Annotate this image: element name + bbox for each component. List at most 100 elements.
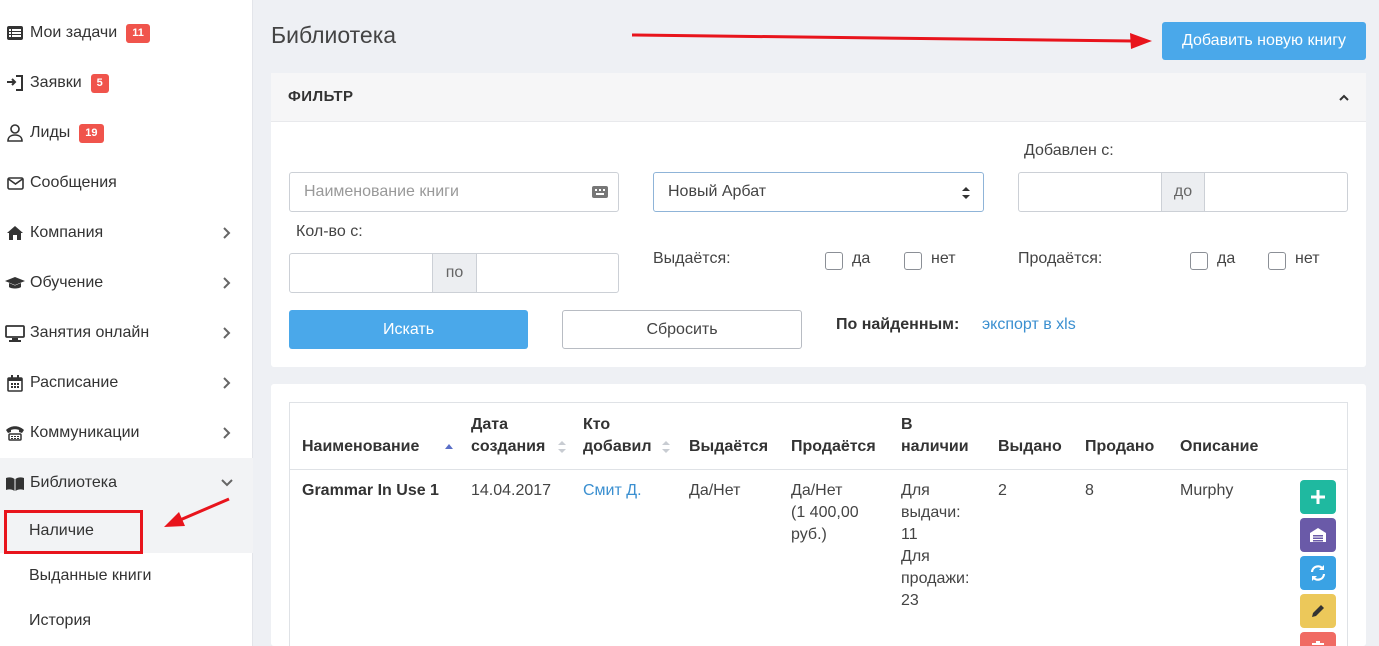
column-header-given: Выдано <box>998 438 1062 455</box>
cell-sold-line1: Да/Нет <box>791 482 843 499</box>
added-from-input[interactable] <box>1018 172 1162 212</box>
cell-added-by-link[interactable]: Смит Д. <box>583 480 642 502</box>
sidebar-item-label: Сообщения <box>30 174 117 191</box>
cell-soldcount: 8 <box>1085 482 1094 499</box>
sidebar-item-label: Мои задачи <box>30 24 118 41</box>
add-copies-button[interactable] <box>1300 480 1336 514</box>
sort-icon[interactable] <box>661 439 671 455</box>
search-button[interactable]: Искать <box>289 310 528 349</box>
issued-label: Выдаётся: <box>653 250 731 267</box>
qty-from-label: Кол-во с: <box>296 223 363 240</box>
sidebar-item-library[interactable]: Библиотека <box>0 458 253 508</box>
column-header-who-line2[interactable]: добавил <box>583 436 652 458</box>
sidebar-item-label: Обучение <box>30 274 104 291</box>
column-header-date-line1[interactable]: Дата <box>471 414 508 436</box>
sort-asc-icon[interactable] <box>444 441 454 457</box>
column-header-stock-line2: наличии <box>901 438 969 455</box>
sold-yes-label: да <box>1217 250 1236 267</box>
warehouse-button[interactable] <box>1300 518 1336 552</box>
sidebar-item-label: Библиотека <box>30 474 117 491</box>
cell-stock-line4: Для <box>901 548 930 565</box>
qty-to-input[interactable] <box>476 253 619 293</box>
user-icon <box>4 123 26 143</box>
edit-button[interactable] <box>1300 594 1336 628</box>
sidebar-item-label: Компания <box>30 224 104 241</box>
chevron-down-icon <box>221 479 233 487</box>
sidebar-item-label: Расписание <box>30 374 119 391</box>
add-book-button[interactable]: Добавить новую книгу <box>1162 22 1366 60</box>
refresh-button[interactable] <box>1300 556 1336 590</box>
sold-yes-checkbox[interactable] <box>1190 252 1208 270</box>
sold-no-checkbox[interactable] <box>1268 252 1286 270</box>
column-header-date-line2[interactable]: создания <box>471 436 545 458</box>
column-header-description: Описание <box>1180 438 1259 455</box>
sidebar: Мои задачи 11 Заявки 5 Лиды 19 Сообщения… <box>0 0 253 646</box>
sidebar-item-my-tasks[interactable]: Мои задачи 11 <box>0 8 253 58</box>
column-header-who-line1[interactable]: Кто <box>583 414 610 436</box>
column-header-sold: Продаётся <box>791 438 876 455</box>
select-arrows-icon <box>962 187 970 199</box>
sidebar-item-company[interactable]: Компания <box>0 208 253 258</box>
sidebar-subitem-label: История <box>29 611 92 629</box>
list-icon <box>4 23 26 43</box>
envelope-icon <box>4 173 26 193</box>
filter-header[interactable]: ФИЛЬТР <box>271 73 1366 122</box>
qty-to-addon: по <box>432 253 477 293</box>
book-name-placeholder: Наименование книги <box>304 183 459 200</box>
page-title: Библиотека <box>271 22 397 48</box>
cell-stock-line5: продажи: <box>901 570 970 587</box>
filter-title: ФИЛЬТР <box>288 88 354 105</box>
sort-icon[interactable] <box>557 439 567 455</box>
sidebar-item-label: Коммуникации <box>30 424 140 441</box>
sidebar-item-messages[interactable]: Сообщения <box>0 158 253 208</box>
branch-select[interactable]: Новый Арбат <box>653 172 984 212</box>
added-to-input[interactable] <box>1204 172 1348 212</box>
warehouse-icon <box>1310 528 1326 542</box>
chevron-up-icon[interactable] <box>1336 90 1352 106</box>
cell-name: Grammar In Use 1 <box>302 482 439 499</box>
pencil-icon <box>1312 605 1324 617</box>
monitor-icon <box>4 323 26 343</box>
sidebar-subitem-label: Выданные книги <box>29 566 152 584</box>
sidebar-item-requests[interactable]: Заявки 5 <box>0 58 253 108</box>
sidebar-subitem-issued-books[interactable]: Выданные книги <box>0 553 253 598</box>
tasks-count-badge: 11 <box>126 23 150 43</box>
sold-label: Продаётся: <box>1018 250 1103 267</box>
book-icon <box>4 473 26 493</box>
home-icon <box>4 223 26 243</box>
qty-from-input[interactable] <box>289 253 433 293</box>
book-name-input[interactable]: Наименование книги <box>289 172 619 212</box>
cell-given: 2 <box>998 482 1007 499</box>
delete-button[interactable] <box>1300 632 1336 646</box>
sidebar-item-online-classes[interactable]: Занятия онлайн <box>0 308 253 358</box>
sidebar-item-communications[interactable]: Коммуникации <box>0 408 253 458</box>
added-from-label: Добавлен с: <box>1024 142 1114 159</box>
annotation-arrow-top <box>631 33 1152 49</box>
leads-count-badge: 19 <box>79 123 104 143</box>
sidebar-subitem-history[interactable]: История <box>0 598 253 643</box>
cell-issued: Да/Нет <box>689 482 741 499</box>
sidebar-item-schedule[interactable]: Расписание <box>0 358 253 408</box>
keyboard-icon <box>592 186 608 198</box>
annotation-highlight-box <box>4 510 143 554</box>
sidebar-item-leads[interactable]: Лиды 19 <box>0 108 253 158</box>
column-header-name[interactable]: Наименование <box>302 436 419 458</box>
column-header-issued: Выдаётся <box>689 438 769 455</box>
sidebar-item-education[interactable]: Обучение <box>0 258 253 308</box>
trash-icon <box>1312 641 1324 645</box>
column-header-stock-line1: В <box>901 416 913 433</box>
calendar-icon <box>4 373 26 393</box>
export-xls-link[interactable]: экспорт в xls <box>982 316 1076 334</box>
reset-button[interactable]: Сбросить <box>562 310 802 349</box>
requests-count-badge: 5 <box>90 73 109 93</box>
cell-date: 14.04.2017 <box>471 482 552 499</box>
chevron-right-icon <box>223 427 231 439</box>
sign-in-icon <box>4 73 26 93</box>
cell-sold-line2: (1 400,00 <box>791 504 859 521</box>
issued-yes-checkbox[interactable] <box>825 252 843 270</box>
cell-stock-line2: выдачи: <box>901 504 961 521</box>
sidebar-item-label: Занятия онлайн <box>30 324 150 341</box>
issued-no-checkbox[interactable] <box>904 252 922 270</box>
graduation-cap-icon <box>4 273 26 293</box>
phone-icon <box>4 423 26 443</box>
